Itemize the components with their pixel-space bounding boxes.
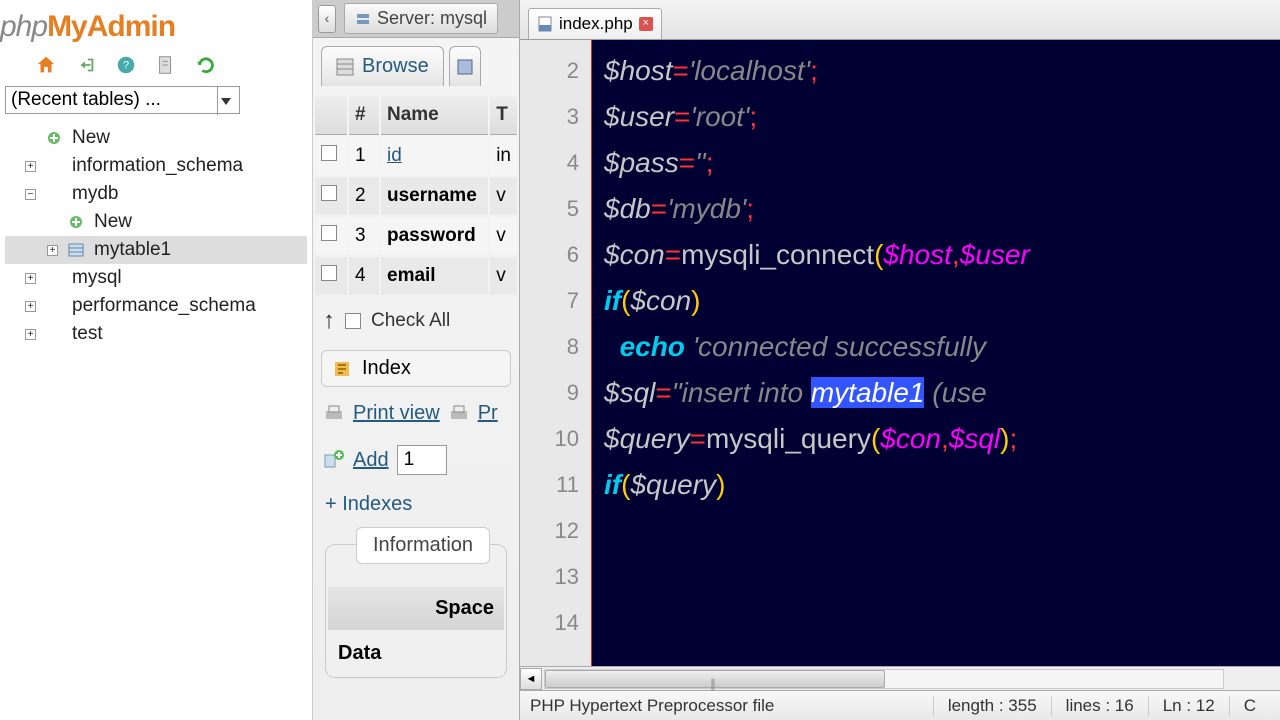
logout-icon[interactable]: [75, 54, 97, 76]
db-icon: [46, 298, 64, 314]
tab-row: Browse: [313, 38, 519, 86]
breadcrumb-bar: ‹ Server: mysql: [313, 0, 519, 38]
add-icon: [323, 449, 345, 471]
svg-text:?: ?: [123, 60, 129, 72]
pr-link[interactable]: Pr: [478, 402, 498, 425]
data-cell: Data: [328, 632, 504, 675]
sql-icon[interactable]: ?: [115, 54, 137, 76]
row-checkbox[interactable]: [321, 145, 337, 161]
structure-icon: [456, 58, 474, 76]
pma-sidebar: phpMyAdmin ? (Recent tables) ... New+inf…: [0, 0, 312, 720]
status-bar: PHP Hypertext Preprocessor file length :…: [520, 690, 1280, 720]
col-header-num: #: [349, 96, 379, 135]
reload-icon[interactable]: [195, 54, 217, 76]
recent-tables-label: (Recent tables) ...: [11, 89, 161, 111]
tree-item-new[interactable]: New: [5, 208, 307, 236]
tree-item-mydb[interactable]: −mydb: [5, 180, 307, 208]
print2-icon: [448, 403, 470, 425]
line-gutter: 234567891011121314: [520, 40, 592, 666]
recent-tables-select[interactable]: (Recent tables) ...: [5, 86, 240, 114]
status-ln: Ln : 12: [1148, 696, 1229, 716]
php-file-icon: [537, 16, 553, 32]
information-legend: Information: [356, 527, 490, 564]
space-header: Space: [328, 587, 504, 630]
editor-tabbar: index.php ×: [520, 0, 1280, 40]
status-col: C: [1229, 696, 1270, 716]
db-icon: [46, 326, 64, 342]
expand-icon[interactable]: +: [47, 245, 58, 256]
db-tree: New+information_schema−mydbNew+mytable1+…: [0, 124, 312, 348]
table-row: 3passwordv: [315, 217, 517, 255]
row-checkbox[interactable]: [321, 185, 337, 201]
docs-icon[interactable]: [155, 54, 177, 76]
index-row[interactable]: Index: [321, 350, 511, 387]
add-row: Add: [313, 435, 519, 485]
tree-item-information_schema[interactable]: +information_schema: [5, 152, 307, 180]
horizontal-scrollbar[interactable]: ◄: [520, 666, 1280, 690]
print-icon: [323, 403, 345, 425]
check-all-label: Check All: [371, 310, 450, 332]
recent-tables-wrap: (Recent tables) ...: [0, 86, 312, 124]
db-icon: [46, 186, 64, 202]
collapse-button[interactable]: ‹: [318, 5, 336, 33]
expand-icon[interactable]: −: [25, 189, 36, 200]
close-tab-button[interactable]: ×: [639, 17, 653, 31]
print-view-link[interactable]: Print view: [353, 402, 440, 425]
col-header-type: T: [490, 96, 517, 135]
new-icon: [46, 130, 64, 146]
row-checkbox[interactable]: [321, 225, 337, 241]
tree-item-performance_schema[interactable]: +performance_schema: [5, 292, 307, 320]
editor-tab-index[interactable]: index.php ×: [528, 8, 662, 39]
add-count-input[interactable]: [397, 445, 447, 475]
scroll-thumb[interactable]: [545, 670, 885, 688]
columns-table: # Name T 1idin2usernamev3passwordv4email…: [313, 94, 519, 297]
status-length: length : 355: [933, 696, 1051, 716]
scroll-left-button[interactable]: ◄: [520, 668, 542, 690]
home-icon[interactable]: [35, 54, 57, 76]
db-icon: [46, 270, 64, 286]
table-row: 2usernamev: [315, 177, 517, 215]
tree-item-test[interactable]: +test: [5, 320, 307, 348]
server-icon: [355, 11, 371, 27]
code-area[interactable]: 234567891011121314 $host='localhost';$us…: [520, 40, 1280, 666]
tree-item-new[interactable]: New: [5, 124, 307, 152]
expand-icon[interactable]: +: [25, 161, 36, 172]
table-row: 4emailv: [315, 257, 517, 295]
browse-icon: [336, 58, 354, 76]
server-breadcrumb[interactable]: Server: mysql: [344, 3, 498, 34]
row-checkbox[interactable]: [321, 265, 337, 281]
pma-toolbar: ?: [0, 49, 312, 86]
table-icon: [68, 242, 86, 258]
tab-browse[interactable]: Browse: [321, 46, 444, 86]
new-icon: [68, 214, 86, 230]
information-box: Information Space Data: [325, 544, 507, 678]
expand-icon[interactable]: +: [25, 329, 36, 340]
index-icon: [332, 359, 352, 379]
arrow-up-icon: ↑: [323, 307, 335, 335]
expand-icon[interactable]: +: [25, 301, 36, 312]
check-all-checkbox[interactable]: [345, 313, 361, 329]
indexes-toggle[interactable]: + Indexes: [313, 485, 519, 524]
expand-icon[interactable]: +: [25, 273, 36, 284]
pma-logo: phpMyAdmin: [0, 0, 312, 49]
print-view-row: Print view Pr: [313, 392, 519, 435]
scroll-track[interactable]: [544, 669, 1224, 689]
structure-panel: ‹ Server: mysql Browse # Name T 1idin2us…: [312, 0, 520, 720]
status-filetype: PHP Hypertext Preprocessor file: [530, 696, 933, 716]
col-header-name: Name: [381, 96, 488, 135]
add-link[interactable]: Add: [353, 449, 389, 472]
table-row: 1idin: [315, 137, 517, 175]
tree-item-mytable1[interactable]: +mytable1: [5, 236, 307, 264]
editor-panel: index.php × 234567891011121314 $host='lo…: [520, 0, 1280, 720]
code-content[interactable]: $host='localhost';$user='root';$pass='';…: [592, 40, 1280, 666]
status-lines: lines : 16: [1051, 696, 1148, 716]
column-name-link[interactable]: id: [387, 145, 402, 166]
tab-structure[interactable]: [449, 46, 481, 86]
db-icon: [46, 158, 64, 174]
tree-item-mysql[interactable]: +mysql: [5, 264, 307, 292]
check-all-row: ↑ Check All: [313, 297, 519, 345]
